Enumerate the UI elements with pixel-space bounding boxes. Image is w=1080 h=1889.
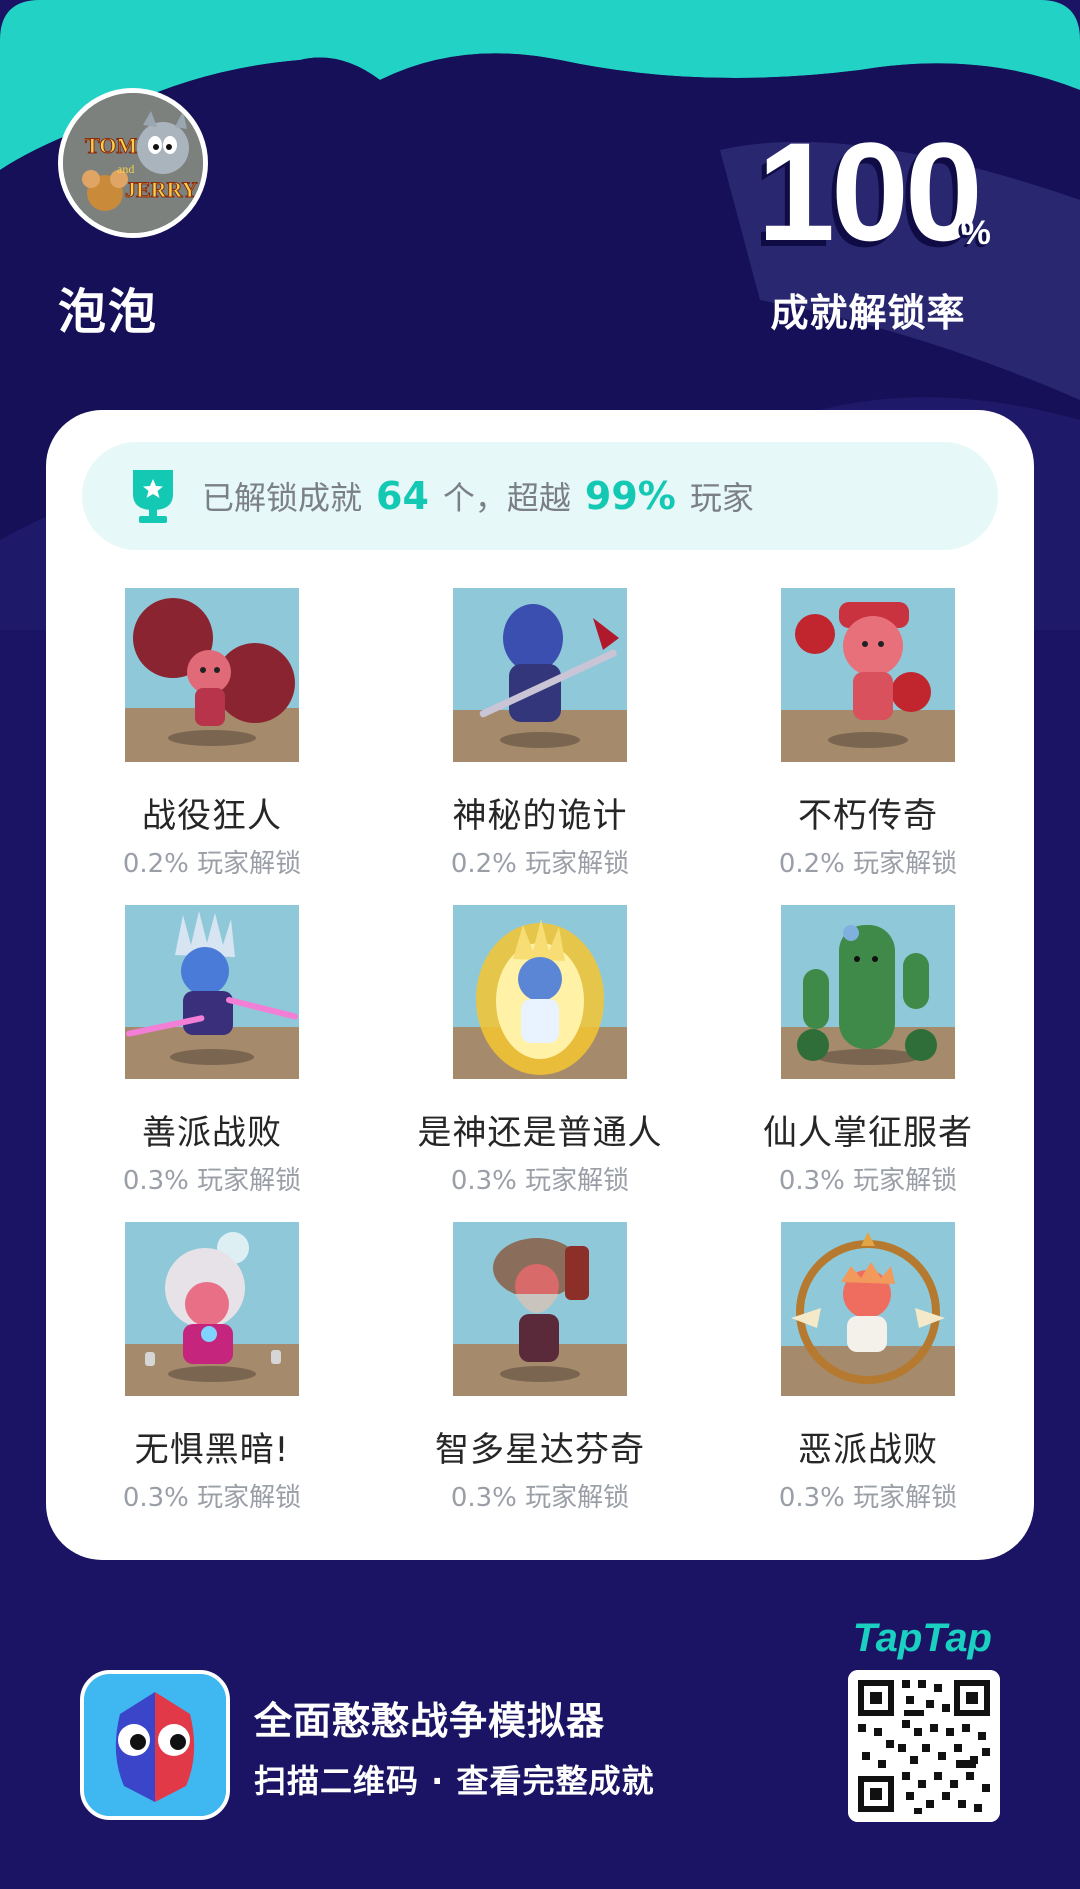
achievement-name: 智多星达芬奇 xyxy=(435,1430,645,1470)
achievement-name: 神秘的诡计 xyxy=(452,796,628,836)
qr-code-icon[interactable] xyxy=(848,1670,1000,1822)
hooded-blue-knight-character-icon xyxy=(453,588,627,762)
unlock-rate-block: 100 % 成就解锁率 xyxy=(718,122,1018,337)
achievement-name: 仙人掌征服者 xyxy=(763,1113,973,1153)
achievement-rate: 0.3% 玩家解锁 xyxy=(778,1483,958,1513)
achievement-item[interactable]: 仙人掌征服者 0.3% 玩家解锁 xyxy=(702,905,1034,1197)
achievement-item[interactable]: 智多星达芬奇 0.3% 玩家解锁 xyxy=(374,1222,706,1514)
nickname: 泡泡 xyxy=(58,284,159,340)
achievement-name: 不朽传奇 xyxy=(798,796,938,836)
achievement-rate: 0.3% 玩家解锁 xyxy=(450,1166,630,1196)
qr-code xyxy=(848,1670,1000,1822)
achievement-name: 是神还是普通人 xyxy=(417,1113,663,1153)
white-haired-sorcerer-character-icon xyxy=(125,1222,299,1396)
summary-suffix: 玩家 xyxy=(689,479,754,517)
cactus-character-icon xyxy=(781,905,955,1079)
pink-cheerleader-character-icon xyxy=(125,588,299,762)
golden-aura-character-icon xyxy=(453,905,627,1079)
unlock-rate-value: 100 % xyxy=(757,122,991,262)
achievement-rate: 0.3% 玩家解锁 xyxy=(778,1166,958,1196)
achievement-name: 恶派战败 xyxy=(798,1430,938,1470)
red-blue-wobbler-app-icon xyxy=(84,1674,226,1816)
achievement-rate: 0.3% 玩家解锁 xyxy=(122,1166,302,1196)
achievement-name: 无惧黑暗! xyxy=(134,1430,290,1470)
achievement-rate: 0.3% 玩家解锁 xyxy=(450,1483,630,1513)
svg-text:TOM: TOM xyxy=(85,133,137,158)
achievement-item[interactable]: 战役狂人 0.2% 玩家解锁 xyxy=(46,588,378,880)
summary-count: 64 xyxy=(376,474,429,518)
trophy-icon xyxy=(133,470,173,523)
taptap-logo: TapTap xyxy=(852,1616,992,1660)
svg-text:and: and xyxy=(117,162,134,176)
summary-middle: 个，超越 xyxy=(442,479,571,517)
achievement-name: 战役狂人 xyxy=(142,796,282,836)
achievement-item[interactable]: 无惧黑暗! 0.3% 玩家解锁 xyxy=(46,1222,378,1514)
avatar[interactable]: TOM and JERRY xyxy=(58,88,208,238)
game-title: 全面憨憨战争模拟器 xyxy=(254,1699,606,1743)
summary-prefix: 已解锁成就 xyxy=(202,479,363,517)
unlock-rate-unit: % xyxy=(960,214,991,252)
achievement-item[interactable]: 恶派战败 0.3% 玩家解锁 xyxy=(702,1222,1034,1514)
summary-percent: 99% xyxy=(584,474,676,518)
red-boxer-character-icon xyxy=(781,588,955,762)
achievement-name: 善派战败 xyxy=(142,1113,282,1153)
achievement-rate: 0.2% 玩家解锁 xyxy=(778,849,958,879)
achievement-rate: 0.2% 玩家解锁 xyxy=(450,849,630,879)
achievement-item[interactable]: 不朽传奇 0.2% 玩家解锁 xyxy=(702,588,1034,880)
achievement-summary: 已解锁成就 64 个，超越 99% 玩家 xyxy=(82,442,998,550)
scan-hint: 扫描二维码 · 查看完整成就 xyxy=(254,1762,655,1800)
sun-ring-character-icon xyxy=(781,1222,955,1396)
ice-ninja-character-icon xyxy=(125,905,299,1079)
da-vinci-character-icon xyxy=(453,1222,627,1396)
achievement-item[interactable]: 神秘的诡计 0.2% 玩家解锁 xyxy=(374,588,706,880)
achievement-item[interactable]: 善派战败 0.3% 玩家解锁 xyxy=(46,905,378,1197)
achievement-rate: 0.2% 玩家解锁 xyxy=(122,849,302,879)
achievement-rate: 0.3% 玩家解锁 xyxy=(122,1483,302,1513)
unlock-rate-label: 成就解锁率 xyxy=(770,291,966,335)
achievement-card: 已解锁成就 64 个，超越 99% 玩家 战役狂人 0.2% 玩家解锁 神秘的诡… xyxy=(46,410,1034,1560)
app-icon[interactable] xyxy=(80,1670,230,1820)
svg-text:JERRY: JERRY xyxy=(125,177,198,202)
achievement-item[interactable]: 是神还是普通人 0.3% 玩家解锁 xyxy=(374,905,706,1197)
unlock-rate-number: 100 xyxy=(757,113,983,270)
tom-and-jerry-avatar-icon: TOM and JERRY xyxy=(63,93,203,233)
